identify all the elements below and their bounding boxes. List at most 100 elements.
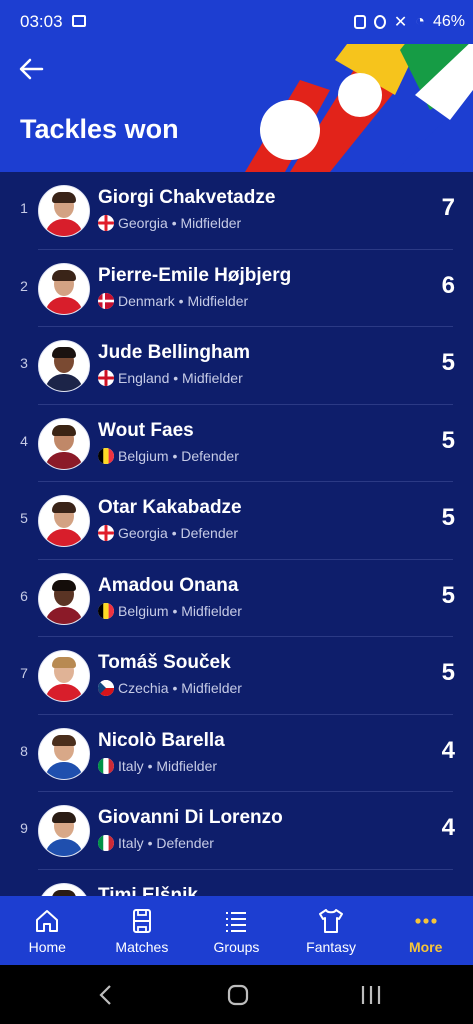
list-item[interactable]: 8 Nicolò Barella Italy • Midfielder 4 (0, 715, 473, 792)
more-icon (415, 918, 437, 924)
player-country-position: Denmark • Midfielder (118, 292, 249, 309)
nav-matches[interactable]: Matches (95, 896, 190, 965)
page-title: Tackles won (20, 114, 179, 144)
player-meta: England • Midfielder (98, 370, 243, 386)
rank-number: 4 (20, 432, 28, 449)
player-list[interactable]: 1 Giorgi Chakvetadze Georgia • Midfielder 7… (0, 172, 473, 896)
tackles-value: 5 (441, 581, 455, 609)
england-flag-icon (98, 370, 114, 386)
czechia-flag-icon (98, 680, 114, 696)
tackles-value: 5 (441, 349, 455, 376)
nav-groups[interactable]: Groups (189, 896, 284, 965)
player-country-position: Belgium • Defender (118, 447, 239, 464)
system-home-icon[interactable] (226, 983, 250, 1007)
italy-flag-icon (98, 757, 114, 774)
rank-number: 1 (20, 200, 28, 216)
nav-fantasy[interactable]: Fantasy (284, 896, 379, 965)
list-item[interactable]: 2 Pierre-Emile Højbjerg Denmark • Midfield… (0, 250, 473, 327)
player-meta: Belgium • Midfielder (98, 602, 242, 619)
tackles-value: 7 (441, 194, 455, 221)
georgia-flag-icon (98, 525, 114, 541)
player-name: Giorgi Chakvetadze (98, 187, 276, 208)
system-back-icon[interactable] (96, 983, 116, 1007)
list-item[interactable]: 6 Amadou Onana Belgium • Midfielder 5 (0, 560, 473, 637)
player-meta: Denmark • Midfielder (98, 292, 249, 309)
tournament-decoration (245, 44, 473, 172)
tackles-value: 5 (441, 659, 455, 686)
list-icon (226, 912, 247, 932)
wifi-icon: ◔ (415, 13, 425, 30)
player-country-position: Georgia • Defender (118, 525, 239, 541)
mute-icon: ✕ (393, 14, 408, 31)
player-meta: Belgium • Defender (98, 447, 239, 464)
player-country-position: Georgia • Midfielder (118, 215, 242, 231)
list-item[interactable]: 9 Giovanni Di Lorenzo Italy • Defender 4 (0, 792, 473, 870)
georgia-flag-icon (98, 215, 114, 231)
player-name: Wout Faes (98, 419, 194, 441)
rank-number: 3 (20, 355, 28, 371)
nav-more[interactable]: More (378, 896, 473, 965)
rank-number: 7 (20, 665, 28, 681)
player-meta: Georgia • Defender (98, 525, 238, 541)
list-item[interactable]: 4 Wout Faes Belgium • Defender 5 (0, 405, 473, 482)
player-avatar (38, 727, 90, 780)
nav-more-label: More (408, 939, 443, 955)
player-meta: Czechia • Midfielder (98, 680, 242, 696)
player-meta: Georgia • Midfielder (98, 215, 241, 231)
bottom-nav: Home Matches Groups Fantasy More (0, 896, 473, 965)
battery-text: 46% (432, 13, 465, 30)
system-nav-bar (0, 965, 473, 1024)
player-avatar (38, 185, 90, 237)
rank-number: 5 (20, 510, 28, 526)
back-arrow-icon[interactable] (16, 54, 46, 84)
tackles-value: 6 (441, 271, 455, 299)
shirt-icon (319, 909, 344, 933)
system-recents-icon[interactable] (358, 983, 384, 1007)
list-item[interactable]: 5 Otar Kakabadze Georgia • Defender 5 (0, 482, 473, 560)
player-avatar (38, 262, 90, 315)
rank-number: 6 (20, 587, 28, 604)
player-avatar (38, 805, 90, 857)
status-time: 03:03 (20, 12, 63, 31)
list-item[interactable]: 1 Giorgi Chakvetadze Georgia • Midfielder 7 (0, 172, 473, 250)
status-icons: ✕ ◔ 46% (353, 12, 465, 32)
lock-icon (353, 15, 366, 29)
tackles-value: 5 (441, 426, 455, 454)
player-meta: Italy • Midfielder (98, 757, 218, 774)
player-name: Giovanni Di Lorenzo (98, 807, 283, 828)
player-avatar (38, 650, 90, 702)
player-name: Timi Elšnik (98, 884, 198, 897)
nav-home[interactable]: Home (0, 896, 95, 965)
page-header: Tackles won (0, 44, 473, 172)
player-country-position: England • Midfielder (118, 370, 243, 386)
player-avatar (38, 417, 90, 470)
nav-matches-label: Matches (115, 939, 169, 955)
list-item[interactable]: 3 Jude Bellingham England • Midfielder 5 (0, 327, 473, 405)
player-avatar (38, 882, 90, 896)
player-name: Jude Bellingham (98, 342, 251, 363)
player-name: Amadou Onana (98, 574, 239, 596)
player-name: Pierre-Emile Højbjerg (98, 264, 292, 286)
player-country-position: Belgium • Midfielder (118, 602, 242, 619)
belgium-flag-icon (98, 447, 114, 464)
player-avatar (38, 495, 90, 547)
status-bar: 03:03 ✕ ◔ 46% (0, 0, 473, 44)
home-icon (36, 910, 59, 932)
rank-number: 2 (20, 277, 28, 294)
player-country-position: Italy • Midfielder (118, 757, 218, 774)
nav-home-label: Home (28, 939, 66, 955)
nav-fantasy-label: Fantasy (306, 939, 356, 955)
list-item[interactable]: 7 Tomáš Souček Czechia • Midfielder 5 (0, 637, 473, 715)
tackles-value: 5 (441, 504, 455, 531)
player-avatar (38, 572, 90, 625)
player-country-position: Czechia • Midfielder (118, 680, 242, 696)
pitch-icon (132, 909, 151, 933)
list-item[interactable]: 10Timi Elšnik (0, 870, 473, 897)
player-name: Nicolò Barella (98, 729, 225, 751)
tackles-value: 4 (441, 736, 455, 764)
player-name: Tomáš Souček (98, 652, 231, 673)
tackles-value: 4 (441, 814, 455, 841)
denmark-flag-icon (98, 292, 114, 309)
nav-groups-label: Groups (213, 939, 260, 955)
player-meta: Italy • Defender (98, 835, 214, 851)
